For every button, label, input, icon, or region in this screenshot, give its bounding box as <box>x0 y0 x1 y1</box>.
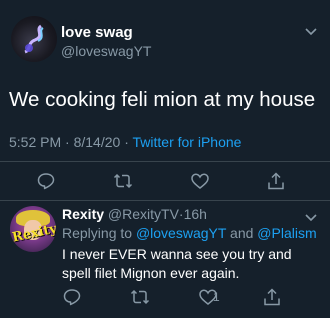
retweet-button[interactable] <box>113 171 133 191</box>
tweet-date[interactable]: 8/14/20 <box>74 134 121 150</box>
reply-header: Rexity @RexityTV·16h <box>62 206 207 222</box>
replying-to: Replying to @loveswagYT and @Plalism <box>62 225 317 241</box>
reply-age[interactable]: 16h <box>184 206 207 222</box>
share-icon <box>264 288 280 306</box>
reply-handle[interactable]: @RexityTV <box>108 206 179 222</box>
replying-and: and <box>230 225 254 241</box>
reply-button[interactable] <box>62 287 82 307</box>
divider <box>0 200 330 201</box>
display-name[interactable]: love swag <box>61 24 133 41</box>
tweet-meta: 5:52 PM · 8/14/20 · Twitter for iPhone <box>9 134 241 150</box>
reply-icon <box>37 173 55 190</box>
like-count: 1 <box>213 290 220 304</box>
tweet-time[interactable]: 5:52 PM <box>9 134 61 150</box>
mention-link[interactable]: @Plalism <box>257 225 316 241</box>
reply-display-name[interactable]: Rexity <box>62 206 104 222</box>
retweet-icon <box>113 173 133 189</box>
meta-separator: · <box>124 134 129 150</box>
share-button[interactable] <box>262 287 282 307</box>
avatar-swirl-icon <box>24 24 44 54</box>
heart-icon <box>191 173 209 189</box>
like-button[interactable] <box>190 171 210 191</box>
divider <box>0 161 330 162</box>
chevron-down-icon[interactable] <box>305 214 317 222</box>
share-icon <box>268 172 284 190</box>
meta-separator: · <box>65 134 70 150</box>
retweet-button[interactable] <box>130 287 150 307</box>
tweet-source[interactable]: Twitter for iPhone <box>133 134 242 150</box>
user-handle[interactable]: @loveswagYT <box>61 43 151 59</box>
avatar[interactable] <box>11 16 57 62</box>
replying-prefix: Replying to <box>62 225 133 241</box>
avatar-logo-text: Rexity <box>10 221 56 246</box>
chevron-down-icon[interactable] <box>305 28 317 36</box>
reply-text: I never EVER wanna see you try and spell… <box>62 246 292 281</box>
tweet-text: We cooking feli mion at my house <box>9 88 316 111</box>
reply-icon <box>63 289 81 306</box>
mention-link[interactable]: @loveswagYT <box>136 225 226 241</box>
reply-button[interactable] <box>36 171 56 191</box>
retweet-icon <box>130 289 150 305</box>
share-button[interactable] <box>266 171 286 191</box>
reply-avatar[interactable]: Rexity <box>10 206 56 252</box>
